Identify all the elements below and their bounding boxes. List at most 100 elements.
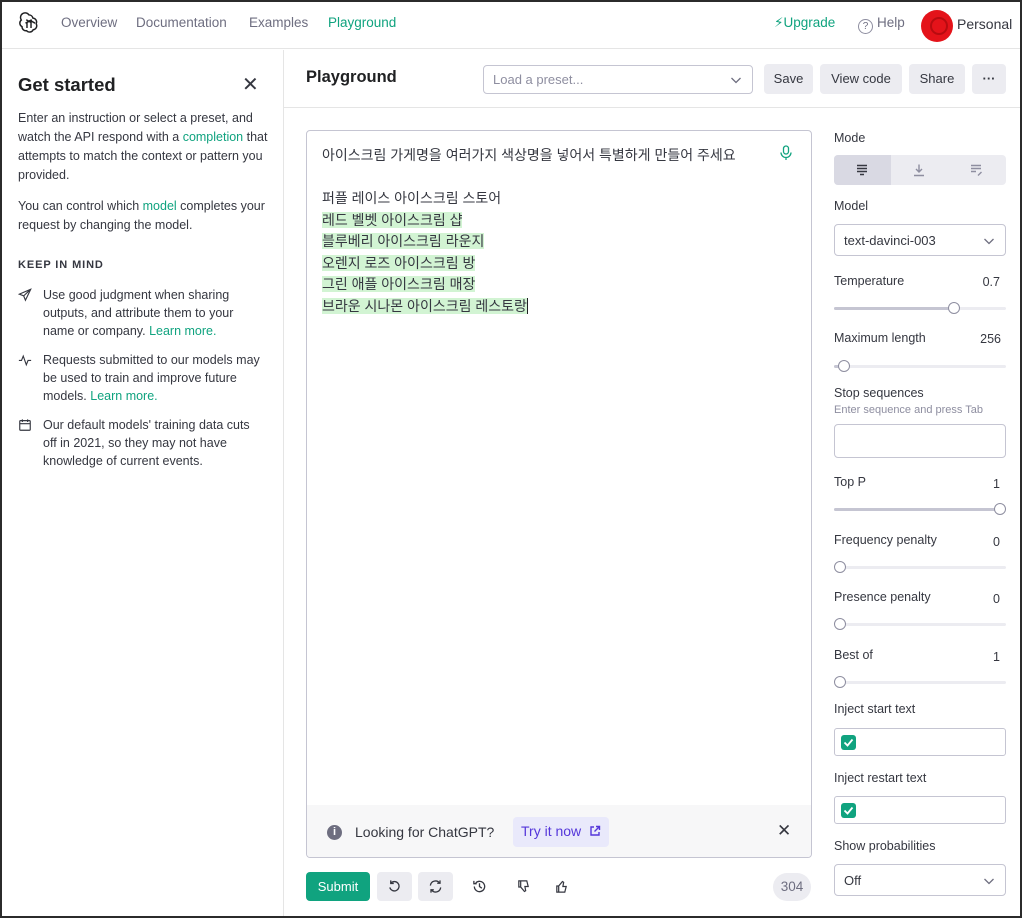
nav-playground[interactable]: Playground (328, 15, 396, 30)
close-icon[interactable]: ✕ (242, 72, 259, 97)
model-text: You can control which (18, 199, 143, 213)
nav-overview[interactable]: Overview (61, 15, 117, 30)
preset-placeholder: Load a preset... (493, 72, 584, 87)
microphone-icon[interactable] (779, 145, 793, 161)
stop-sequences-hint: Enter sequence and press Tab (834, 404, 984, 416)
top-p-label: Top P (834, 475, 866, 489)
completion-link[interactable]: completion (183, 130, 243, 144)
slider-thumb[interactable] (994, 503, 1006, 515)
temperature-slider[interactable] (834, 301, 1006, 315)
preset-select[interactable]: Load a preset... (483, 65, 753, 94)
show-probabilities-label: Show probabilities (834, 839, 936, 853)
top-p-slider[interactable] (834, 502, 1006, 516)
model-value: text-davinci-003 (844, 233, 936, 248)
presence-penalty-slider[interactable] (834, 617, 1006, 631)
submit-button[interactable]: Submit (306, 872, 370, 901)
best-of-value[interactable]: 1 (960, 650, 1000, 664)
frequency-penalty-slider[interactable] (834, 560, 1006, 574)
top-p-value[interactable]: 1 (960, 477, 1000, 491)
completion-line: 오렌지 로즈 아이스크림 방 (322, 254, 476, 271)
mode-selector (834, 155, 1006, 185)
avatar[interactable] (921, 10, 953, 42)
help-link[interactable]: ? Help (858, 15, 905, 34)
history-icon (473, 880, 486, 893)
model-link[interactable]: model (143, 199, 177, 213)
presence-penalty-value[interactable]: 0 (960, 592, 1000, 606)
mode-edit[interactable] (948, 155, 1005, 185)
max-length-value[interactable]: 256 (961, 332, 1001, 346)
regenerate-button[interactable] (418, 872, 453, 901)
max-length-label: Maximum length (834, 331, 926, 345)
prompt-text: 아이스크림 가게명을 여러가지 색상명을 넣어서 특별하게 만들어 주세요 퍼플… (322, 147, 736, 206)
slider-thumb[interactable] (948, 302, 961, 314)
undo-button[interactable] (377, 872, 412, 901)
sidebar-title: Get started (18, 74, 116, 95)
chevron-down-icon (731, 77, 741, 84)
sidebar-intro: Enter an instruction or select a preset,… (18, 109, 268, 185)
thumbs-down-button[interactable] (506, 872, 541, 901)
chevron-down-icon (984, 238, 994, 245)
check-icon (843, 806, 854, 815)
mode-insert[interactable] (891, 155, 948, 185)
mode-label: Mode (834, 131, 866, 145)
stop-sequences-input[interactable] (834, 424, 1006, 458)
try-it-now-link[interactable]: Try it now (513, 817, 610, 847)
prompt-textarea[interactable]: 아이스크림 가게명을 여러가지 색상명을 넣어서 특별하게 만들어 주세요 퍼플… (322, 145, 767, 317)
external-link-icon (590, 825, 601, 836)
activity-icon (18, 354, 32, 367)
show-probabilities-select[interactable]: Off (834, 864, 1006, 896)
model-label: Model (834, 199, 869, 213)
inject-start-checkbox[interactable] (841, 735, 856, 750)
slider-thumb[interactable] (838, 360, 851, 372)
frequency-penalty-label: Frequency penalty (834, 533, 937, 547)
inject-start-input[interactable] (834, 728, 1006, 756)
upgrade-label: Upgrade (783, 15, 836, 30)
upgrade-link[interactable]: ⚡Upgrade (774, 15, 835, 31)
thumbs-up-icon (556, 880, 567, 893)
thumbs-down-icon (518, 880, 529, 893)
slider-thumb[interactable] (834, 676, 846, 688)
tip-text: Use good judgment when sharing outputs, … (43, 286, 265, 340)
openai-logo-icon[interactable] (18, 12, 40, 34)
learn-more-link[interactable]: Learn more. (90, 389, 157, 403)
prompt-editor[interactable]: 아이스크림 가게명을 여러가지 색상명을 넣어서 특별하게 만들어 주세요 퍼플… (306, 130, 812, 858)
inject-restart-input[interactable] (834, 796, 1006, 824)
chevron-down-icon (984, 878, 994, 885)
nav-examples[interactable]: Examples (249, 15, 308, 30)
help-icon: ? (858, 19, 873, 34)
view-code-button[interactable]: View code (820, 64, 902, 94)
completion-line: 그린 애플 아이스크림 매장 (322, 276, 476, 292)
stop-sequences-label: Stop sequences (834, 386, 924, 400)
tip-text: Our default models' training data cuts o… (43, 418, 250, 468)
insert-mode-icon (914, 164, 924, 177)
presence-penalty-label: Presence penalty (834, 590, 931, 604)
page-title: Playground (306, 68, 397, 86)
model-select[interactable]: text-davinci-003 (834, 224, 1006, 256)
history-button[interactable] (462, 872, 497, 901)
max-length-slider[interactable] (834, 359, 1006, 373)
share-button[interactable]: Share (909, 64, 965, 94)
best-of-slider[interactable] (834, 675, 1006, 689)
tip-text: Requests submitted to our models may be … (43, 351, 265, 405)
temperature-value[interactable]: 0.7 (960, 275, 1000, 289)
account-name[interactable]: Personal (957, 16, 1012, 32)
inject-restart-checkbox[interactable] (841, 803, 856, 818)
slider-thumb[interactable] (834, 561, 846, 573)
mode-complete[interactable] (834, 155, 891, 185)
slider-thumb[interactable] (834, 618, 846, 630)
refresh-icon (429, 880, 442, 893)
try-it-now-label: Try it now (521, 823, 582, 839)
calendar-icon (19, 419, 31, 431)
text-cursor (526, 297, 528, 314)
close-banner-icon[interactable]: ✕ (777, 821, 791, 841)
inject-start-label: Inject start text (834, 702, 916, 716)
frequency-penalty-value[interactable]: 0 (960, 535, 1000, 549)
complete-mode-icon (857, 164, 867, 176)
save-button[interactable]: Save (764, 64, 813, 94)
best-of-label: Best of (834, 648, 873, 662)
nav-documentation[interactable]: Documentation (136, 15, 227, 30)
thumbs-up-button[interactable] (544, 872, 579, 901)
learn-more-link[interactable]: Learn more. (149, 324, 216, 338)
banner-text: Looking for ChatGPT? (355, 824, 495, 840)
more-options-button[interactable]: ··· (972, 64, 1006, 94)
